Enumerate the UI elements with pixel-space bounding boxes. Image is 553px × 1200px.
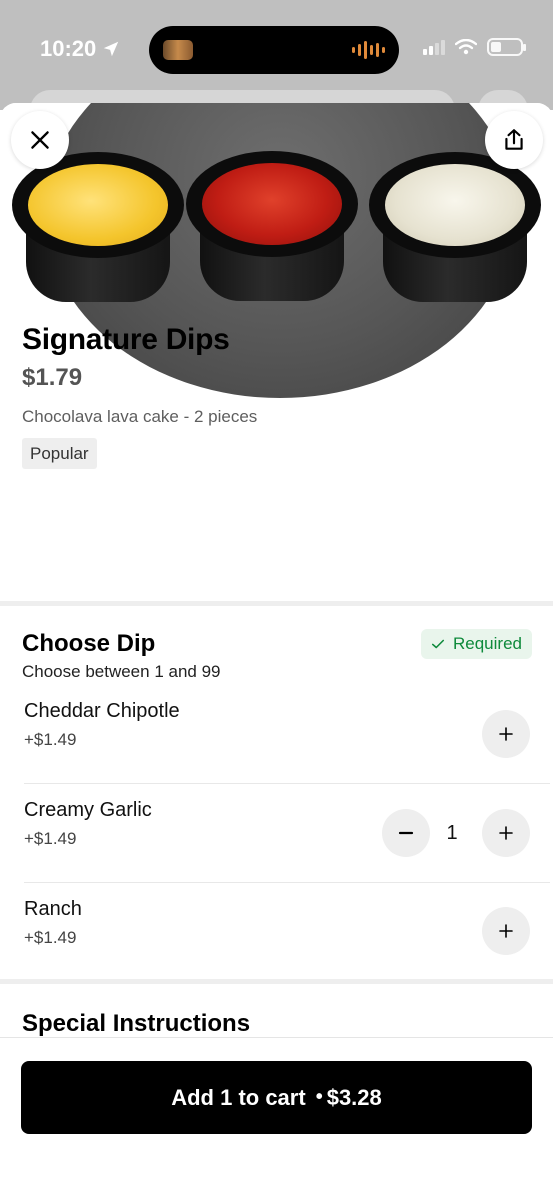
wifi-icon	[455, 39, 477, 55]
required-label: Required	[453, 634, 522, 653]
battery-icon	[487, 38, 526, 56]
choose-dip-title: Choose Dip	[22, 630, 156, 657]
choose-dip-header: Choose Dip Choose between 1 and 99 Requi…	[22, 629, 532, 683]
add-button[interactable]	[482, 907, 530, 955]
section-divider	[0, 979, 553, 984]
audio-waveform-icon	[352, 40, 385, 60]
option-name: Ranch	[24, 898, 82, 920]
plus-icon	[499, 924, 513, 938]
special-instructions-title: Special Instructions	[22, 1010, 251, 1037]
popular-badge: Popular	[22, 438, 97, 469]
cart-button-label: Add 1 to cart	[171, 1084, 306, 1110]
cheddar-dip-cup	[12, 152, 184, 302]
share-icon	[505, 129, 523, 150]
option-name: Cheddar Chipotle	[24, 700, 180, 722]
add-button[interactable]	[482, 710, 530, 758]
dip-option-creamy-garlic: Creamy Garlic +$1.49 1	[24, 784, 550, 883]
add-to-cart-button[interactable]: Add 1 to cart • $3.28	[21, 1061, 532, 1134]
close-icon	[31, 131, 49, 149]
minus-icon	[398, 831, 414, 835]
status-indicators	[423, 38, 526, 56]
option-price: +$1.49	[24, 928, 77, 947]
salsa-dip-cup	[186, 151, 358, 301]
cart-total: $3.28	[326, 1084, 382, 1110]
item-description: Chocolava lava cake - 2 pieces	[22, 407, 258, 426]
option-name: Creamy Garlic	[24, 799, 152, 821]
item-title: Signature Dips	[22, 323, 230, 356]
dip-option-ranch: Ranch +$1.49	[24, 883, 550, 982]
section-divider	[0, 601, 553, 606]
item-detail-sheet: Signature Dips $1.79 Chocolava lava cake…	[0, 103, 553, 1200]
dynamic-island	[149, 26, 399, 74]
cellular-signal-icon	[423, 39, 445, 55]
choose-dip-subtitle: Choose between 1 and 99	[22, 662, 221, 681]
cart-separator: •	[315, 1086, 323, 1108]
increment-button[interactable]	[482, 809, 530, 857]
option-price: +$1.49	[24, 829, 77, 848]
checkmark-icon	[431, 639, 445, 649]
decrement-button[interactable]	[382, 809, 430, 857]
dip-option-cheddar-chipotle: Cheddar Chipotle +$1.49	[24, 685, 550, 784]
option-price: +$1.49	[24, 730, 77, 749]
required-badge: Required	[421, 629, 532, 659]
status-bar: 10:20	[0, 0, 553, 100]
item-info: Signature Dips $1.79 Chocolava lava cake…	[22, 323, 532, 469]
time-label: 10:20	[40, 36, 97, 61]
status-time: 10:20	[40, 36, 120, 62]
quantity-value: 1	[446, 822, 458, 844]
ranch-dip-cup	[369, 152, 541, 302]
plus-icon	[499, 826, 513, 840]
cart-footer: Add 1 to cart • $3.28	[0, 1037, 553, 1200]
share-button[interactable]	[485, 111, 543, 169]
plus-icon	[499, 727, 513, 741]
close-button[interactable]	[11, 111, 69, 169]
location-arrow-icon	[104, 41, 119, 57]
now-playing-artwork	[163, 40, 193, 60]
choose-dip-section: Choose Dip Choose between 1 and 99 Requi…	[22, 629, 532, 683]
item-price: $1.79	[22, 364, 83, 391]
